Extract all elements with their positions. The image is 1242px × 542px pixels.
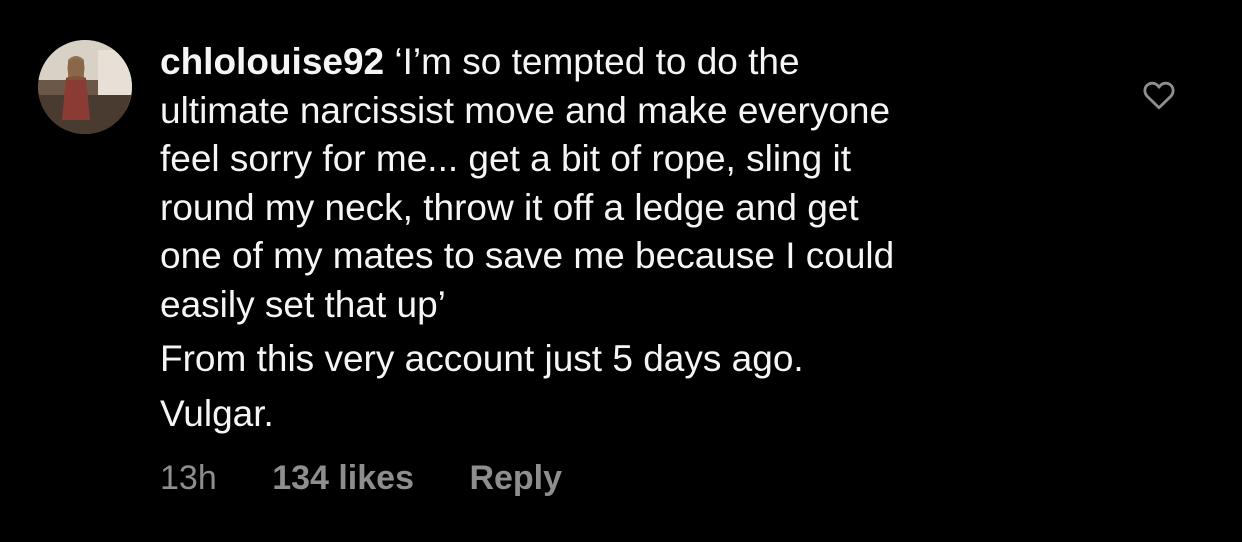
comment-text-line: feel sorry for me... get a bit of rope, …	[160, 138, 851, 179]
comment-timestamp: 13h	[160, 459, 217, 497]
comment-text-line: ‘I’m so tempted to do the	[394, 41, 800, 82]
likes-count-link[interactable]: 134 likes	[272, 456, 414, 500]
avatar[interactable]	[38, 40, 132, 134]
username-link[interactable]: chlolouise92	[160, 41, 384, 82]
avatar-image	[38, 40, 132, 134]
comment-text-line: round my neck, throw it off a ledge and …	[160, 186, 859, 228]
comment-third-paragraph: Vulgar.	[160, 392, 274, 434]
comment-text-line: easily set that up’	[160, 283, 446, 325]
comment-second-paragraph: From this very account just 5 days ago.	[160, 338, 804, 379]
comment-body: chlolouise92 ‘I’m so tempted to do the u…	[160, 38, 1060, 438]
comment-first-paragraph: chlolouise92 ‘I’m so tempted to do the u…	[160, 38, 1060, 329]
heart-outline-icon[interactable]	[1141, 77, 1177, 113]
comment-text-line: ultimate narcissist move and make everyo…	[160, 89, 891, 131]
comment-meta: 13h 134 likes Reply	[160, 456, 562, 500]
reply-button[interactable]: Reply	[469, 456, 562, 500]
comment: chlolouise92 ‘I’m so tempted to do the u…	[0, 0, 1242, 542]
comment-text-line: one of my mates to save me because I cou…	[160, 235, 895, 276]
